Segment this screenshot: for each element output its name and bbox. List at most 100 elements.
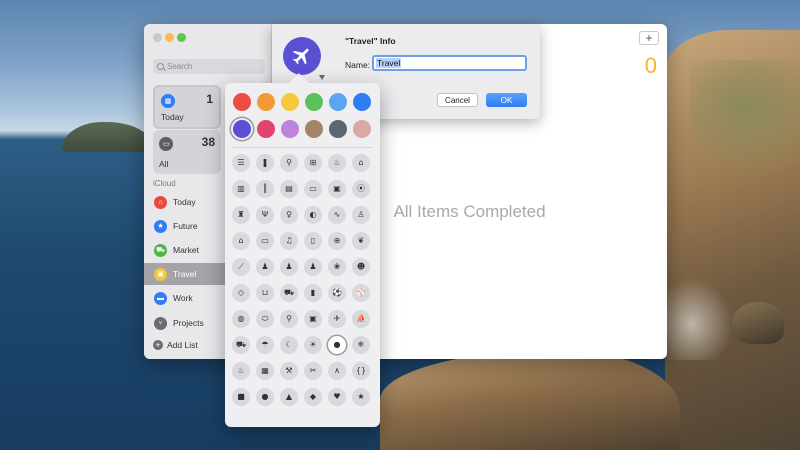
color-swatch[interactable]: [281, 93, 299, 111]
color-swatch[interactable]: [233, 120, 251, 138]
zoom-window-button[interactable]: [177, 33, 186, 42]
add-reminder-button[interactable]: +: [639, 31, 659, 45]
heart-shape-icon[interactable]: ♥: [328, 388, 346, 406]
airplane-icon[interactable]: ✈: [328, 310, 346, 328]
wine-glass-icon[interactable]: ♀: [280, 206, 298, 224]
car-icon[interactable]: ⛟: [232, 336, 250, 354]
flame-icon[interactable]: ♨: [232, 362, 250, 380]
stethoscope-icon[interactable]: ∿: [328, 206, 346, 224]
add-list-label: Add List: [167, 340, 198, 350]
star-shape-icon[interactable]: ★: [352, 388, 370, 406]
square-shape-icon[interactable]: ■: [232, 388, 250, 406]
minimize-window-button[interactable]: [165, 33, 174, 42]
pin-icon[interactable]: ⚲: [280, 154, 298, 172]
close-window-button[interactable]: [153, 33, 162, 42]
wallpaper-island: [62, 122, 152, 152]
scissors-icon[interactable]: ✂: [304, 362, 322, 380]
tennis-racket-icon[interactable]: ⚲: [280, 310, 298, 328]
people-icon[interactable]: ♟: [280, 258, 298, 276]
running-figure-icon[interactable]: ♜: [232, 206, 250, 224]
soccer-ball-icon[interactable]: ⚽: [328, 284, 346, 302]
pills-icon[interactable]: ◐: [304, 206, 322, 224]
computer-icon[interactable]: ▯: [304, 232, 322, 250]
smart-list-today[interactable]: ▦ 1 Today: [153, 85, 221, 129]
credit-card-icon[interactable]: ▭: [304, 180, 322, 198]
music-note-icon[interactable]: ♫: [280, 232, 298, 250]
name-field[interactable]: Travel: [372, 55, 527, 71]
drop-icon[interactable]: ●: [328, 336, 346, 354]
reminder-count: 0: [644, 53, 657, 78]
calendar-icon: ▦: [161, 94, 175, 108]
toolbox-icon[interactable]: ▦: [256, 362, 274, 380]
carrot-icon[interactable]: ⟋: [232, 258, 250, 276]
basket-icon[interactable]: ⊔: [256, 284, 274, 302]
list-icon-button[interactable]: [283, 37, 321, 75]
dumbbell-icon[interactable]: ⦿: [352, 180, 370, 198]
gift-icon[interactable]: ⊞: [304, 154, 322, 172]
color-swatch[interactable]: [281, 120, 299, 138]
shopping-cart-icon[interactable]: ⛟: [280, 284, 298, 302]
money-icon[interactable]: ▣: [328, 180, 346, 198]
compass-drafting-icon[interactable]: ∧: [328, 362, 346, 380]
smart-list-count: 38: [201, 135, 215, 149]
umbrella-icon[interactable]: ☂: [256, 336, 274, 354]
baseball-icon[interactable]: ⚾: [352, 284, 370, 302]
color-swatch[interactable]: [353, 93, 371, 111]
bookmark-icon[interactable]: ❚: [256, 154, 274, 172]
person-icon[interactable]: ♟: [256, 258, 274, 276]
ok-button[interactable]: OK: [486, 93, 527, 107]
color-swatch[interactable]: [233, 93, 251, 111]
tools-icon[interactable]: ⚒: [280, 362, 298, 380]
birthday-cake-icon[interactable]: ♨: [328, 154, 346, 172]
wallpaper-surf: [660, 270, 740, 360]
snowflake-icon[interactable]: ❄: [352, 336, 370, 354]
color-swatch[interactable]: [305, 120, 323, 138]
chevron-down-icon[interactable]: [319, 75, 325, 80]
sun-icon[interactable]: ☀: [304, 336, 322, 354]
graduation-cap-icon[interactable]: ⌂: [352, 154, 370, 172]
leaf-icon[interactable]: ❦: [352, 232, 370, 250]
icon-grid: ☰ ❚ ⚲ ⊞ ♨ ⌂ ▥ ║ ▤ ▭ ▣ ⦿ ♜ Ψ ♀ ◐ ∿ ♙ ⌂ ▭ ♫ ▯ ⊕ ❦ ⟋ ♟ ♟ ♟ ❀ ☻ ◇ ⊔ ⛟ ▮ ⚽ ⚾ ◍ ⬭ ⚲ ▣…: [232, 154, 370, 406]
color-swatch[interactable]: [305, 93, 323, 111]
football-icon[interactable]: ⬭: [256, 310, 274, 328]
search-input[interactable]: Search: [153, 59, 265, 74]
house-icon: ⌂: [154, 195, 167, 209]
color-swatch[interactable]: [329, 120, 347, 138]
sidebar-item-label: Future: [173, 221, 198, 231]
paw-icon[interactable]: ❀: [328, 258, 346, 276]
smart-list-all[interactable]: ▭ 38 All: [153, 130, 221, 174]
code-braces-icon[interactable]: {}: [352, 362, 370, 380]
color-swatch[interactable]: [353, 120, 371, 138]
family-icon[interactable]: ♟: [304, 258, 322, 276]
triangle-shape-icon[interactable]: ▲: [280, 388, 298, 406]
add-list-button[interactable]: + Add List: [153, 340, 198, 350]
house-icon[interactable]: ⌂: [232, 232, 250, 250]
fork-knife-icon[interactable]: Ψ: [256, 206, 274, 224]
chair-icon[interactable]: ♙: [352, 206, 370, 224]
ruler-pencil-icon[interactable]: ║: [256, 180, 274, 198]
basketball-icon[interactable]: ◍: [232, 310, 250, 328]
teddy-bear-icon[interactable]: ☻: [352, 258, 370, 276]
monitor-icon[interactable]: ▭: [256, 232, 274, 250]
fish-icon[interactable]: ◇: [232, 284, 250, 302]
train-icon[interactable]: ▣: [304, 310, 322, 328]
circle-shape-icon[interactable]: ●: [256, 388, 274, 406]
cancel-button[interactable]: Cancel: [437, 93, 478, 107]
sheet-title: "Travel" Info: [345, 36, 396, 46]
name-field-value: Travel: [376, 58, 402, 68]
color-swatch[interactable]: [257, 93, 275, 111]
moon-icon[interactable]: ☾: [280, 336, 298, 354]
color-swatch[interactable]: [329, 93, 347, 111]
list-bullet-icon[interactable]: ☰: [232, 154, 250, 172]
shopping-bag-icon[interactable]: ▮: [304, 284, 322, 302]
document-icon[interactable]: ▤: [280, 180, 298, 198]
divider: [233, 147, 372, 148]
sidebar-item-label: Today: [173, 197, 196, 207]
diamond-shape-icon[interactable]: ◆: [304, 388, 322, 406]
gamepad-icon[interactable]: ⊕: [328, 232, 346, 250]
search-placeholder: Search: [167, 62, 193, 71]
wallpaper-vegetation: [690, 60, 800, 180]
sailboat-icon[interactable]: ⛵: [352, 310, 370, 328]
backpack-icon[interactable]: ▥: [232, 180, 250, 198]
color-swatch[interactable]: [257, 120, 275, 138]
